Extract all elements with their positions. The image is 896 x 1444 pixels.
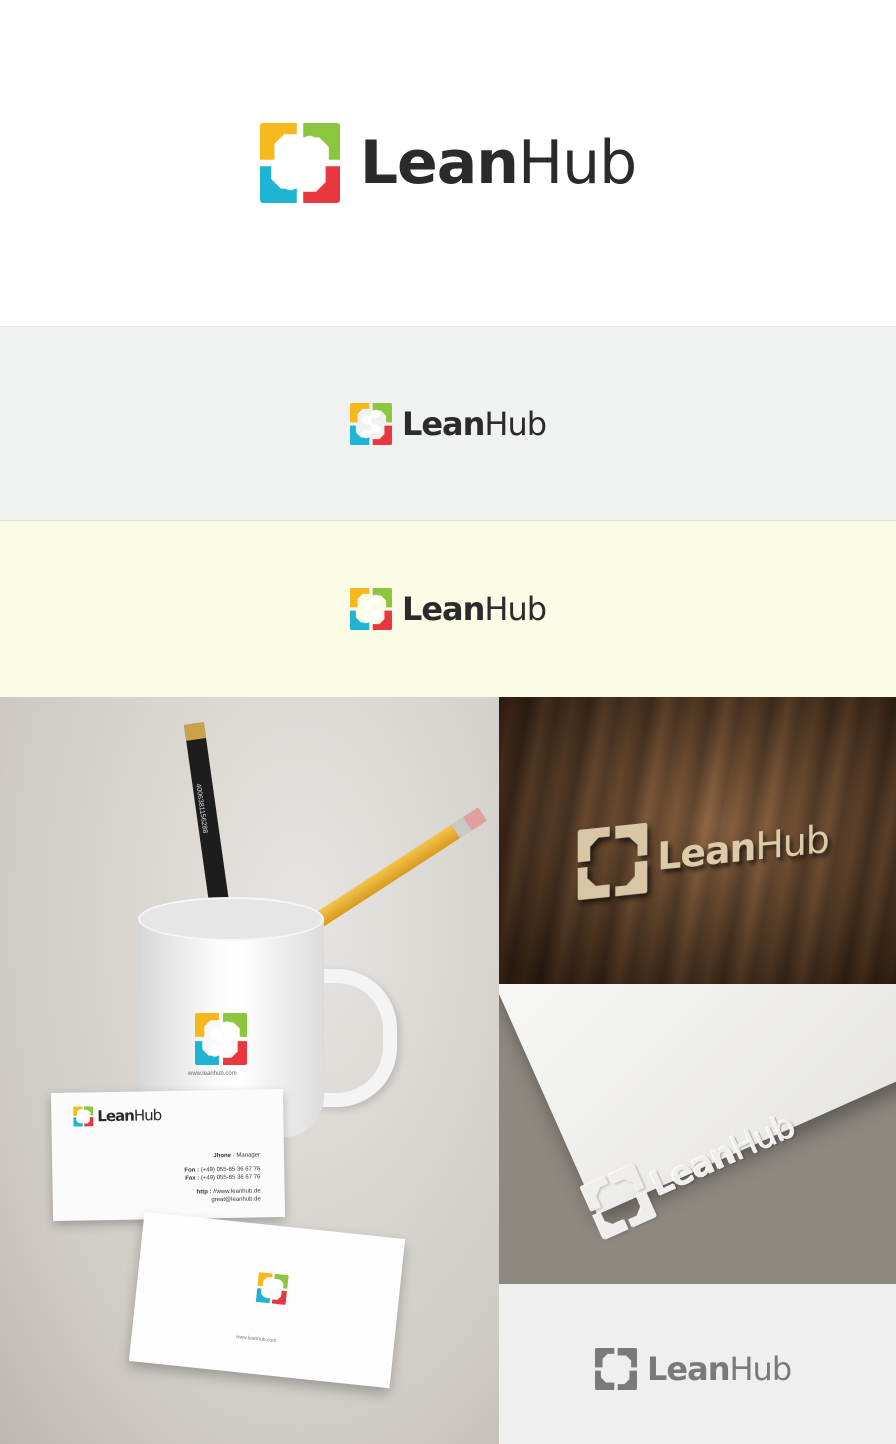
business-card-back: www.leanhub.com bbox=[128, 1211, 406, 1389]
mug-url: www.leanhub.com bbox=[188, 1071, 237, 1077]
hub-logo-icon bbox=[73, 1106, 94, 1127]
hub-logo-icon bbox=[349, 588, 392, 630]
card-fon-label: Fon : bbox=[184, 1167, 200, 1174]
card-email: great@leanhub.de bbox=[211, 1196, 261, 1204]
mug-cards-mockup: 4006381156288 www.leanhub.com LeanHub Jh… bbox=[0, 697, 499, 1444]
wordmark-medium: LeanHub bbox=[401, 590, 547, 628]
wordmark-bold: Lean bbox=[359, 128, 519, 198]
wordmark-large: LeanHub bbox=[359, 128, 637, 198]
card-wordmark: LeanHub bbox=[97, 1106, 162, 1126]
embossed-paper-mockup: LeanHub bbox=[499, 984, 896, 1284]
card-url: //www.leanhub.de bbox=[213, 1188, 261, 1196]
wood-3d-mockup: LeanHub bbox=[499, 697, 896, 984]
business-card-front: LeanHub Jhone · Manager Fon : (+49) 055-… bbox=[50, 1088, 286, 1222]
logo-medium-cream: LeanHub bbox=[349, 588, 547, 630]
hub-logo-icon bbox=[255, 1271, 289, 1305]
cream-logo-band: LeanHub bbox=[0, 521, 896, 697]
hub-logo-icon bbox=[260, 123, 340, 203]
hub-logo-icon bbox=[349, 402, 392, 445]
wordmark-light: Hub bbox=[517, 128, 637, 198]
card-name: Jhone bbox=[213, 1152, 232, 1160]
wordmark-3d: LeanHub bbox=[657, 816, 829, 879]
logo-large: LeanHub bbox=[260, 123, 637, 203]
wordmark-medium: LeanHub bbox=[401, 404, 547, 443]
wordmark-gray: LeanHub bbox=[647, 1350, 792, 1388]
card-role: Manager bbox=[236, 1152, 261, 1159]
pencil-barcode-number: 4006381156288 bbox=[194, 783, 209, 834]
card-back-url: www.leanhub.com bbox=[235, 1333, 277, 1345]
card-fax: (+49) 055-65 36 67 76 bbox=[200, 1174, 261, 1182]
card-http-label: http : bbox=[196, 1189, 212, 1196]
logo-medium-gray: LeanHub bbox=[349, 402, 547, 445]
hub-logo-icon bbox=[195, 1013, 247, 1065]
hub-logo-icon-gray bbox=[595, 1348, 637, 1390]
gray-logo-band: LeanHub bbox=[0, 327, 896, 520]
gray-texture-mockup: LeanHub bbox=[499, 1284, 896, 1444]
card-fon: (+49) 055-65 36 67 76 bbox=[200, 1166, 261, 1174]
hub-logo-icon-3d bbox=[577, 822, 648, 901]
card-fax-label: Fax : bbox=[185, 1175, 200, 1182]
hero-logo-band: LeanHub bbox=[0, 0, 896, 326]
